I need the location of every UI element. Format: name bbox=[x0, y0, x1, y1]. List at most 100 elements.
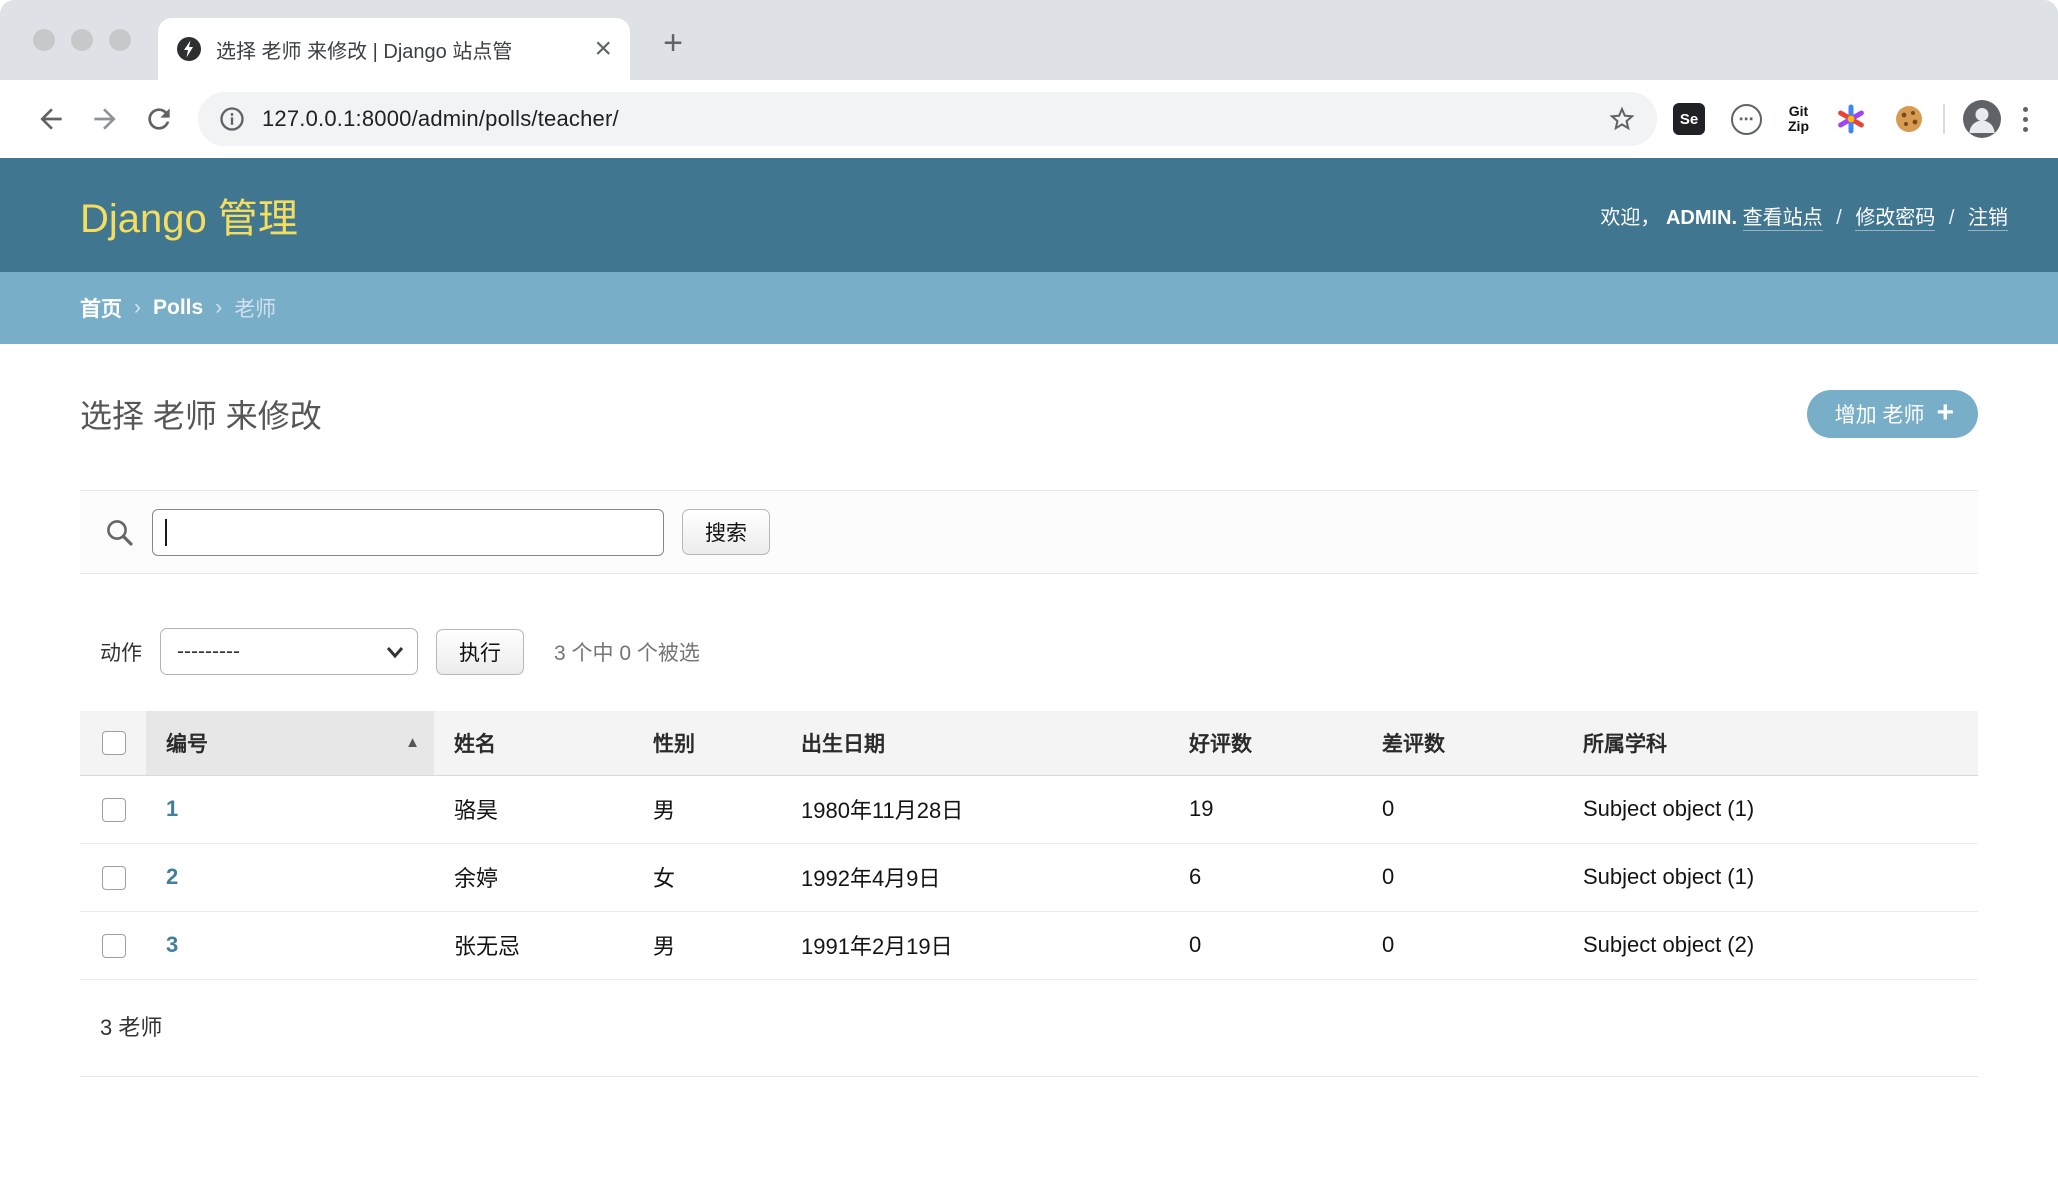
table-row: 1 骆昊 男 1980年11月28日 19 0 Subject object (… bbox=[80, 775, 1978, 843]
cell-good: 0 bbox=[1169, 911, 1362, 979]
action-select[interactable]: --------- bbox=[160, 628, 418, 675]
cell-name: 余婷 bbox=[434, 843, 633, 911]
page-info-icon[interactable] bbox=[218, 105, 246, 133]
browser-tab[interactable]: 选择 老师 来修改 | Django 站点管 × bbox=[158, 18, 630, 80]
cell-subject: Subject object (1) bbox=[1563, 843, 1978, 911]
forward-icon[interactable] bbox=[78, 92, 132, 146]
selection-note: 3 个中 0 个被选 bbox=[554, 637, 700, 667]
window-controls bbox=[33, 29, 131, 51]
search-button[interactable]: 搜索 bbox=[682, 509, 770, 555]
select-all-checkbox[interactable] bbox=[102, 731, 126, 755]
table-row: 3 张无忌 男 1991年2月19日 0 0 Subject object (2… bbox=[80, 911, 1978, 979]
bookmark-star-icon[interactable] bbox=[1607, 104, 1637, 134]
row-checkbox[interactable] bbox=[102, 934, 126, 958]
username-text: ADMIN. bbox=[1666, 207, 1737, 229]
dots-extension-icon[interactable]: ⋯ bbox=[1731, 104, 1762, 135]
link-separator: / bbox=[1949, 207, 1955, 229]
cell-good: 6 bbox=[1169, 843, 1362, 911]
cell-bad: 0 bbox=[1362, 775, 1563, 843]
main-content: 选择 老师 来修改 增加 老师 + 搜索 动作 --------- bbox=[0, 390, 2058, 1077]
breadcrumb-polls-link[interactable]: Polls bbox=[153, 296, 203, 320]
breadcrumb-home-link[interactable]: 首页 bbox=[80, 293, 122, 323]
url-text[interactable]: 127.0.0.1:8000/admin/polls/teacher/ bbox=[262, 106, 1607, 132]
cell-bad: 0 bbox=[1362, 911, 1563, 979]
header-birthday[interactable]: 出生日期 bbox=[781, 711, 1169, 775]
cell-birthday: 1992年4月9日 bbox=[781, 843, 1169, 911]
gitzip-line2: Zip bbox=[1788, 118, 1809, 134]
view-site-link[interactable]: 查看站点 bbox=[1743, 207, 1823, 231]
user-tools: 欢迎， ADMIN. 查看站点 / 修改密码 / 注销 bbox=[1600, 201, 2008, 230]
cell-gender: 男 bbox=[633, 775, 781, 843]
result-count: 3 老师 bbox=[80, 980, 1978, 1077]
text-cursor bbox=[165, 519, 167, 546]
pinwheel-extension-icon[interactable] bbox=[1835, 103, 1867, 135]
row-checkbox[interactable] bbox=[102, 798, 126, 822]
cell-subject: Subject object (2) bbox=[1563, 911, 1978, 979]
add-teacher-button[interactable]: 增加 老师 + bbox=[1807, 390, 1978, 438]
search-icon bbox=[104, 517, 134, 547]
header-subject[interactable]: 所属学科 bbox=[1563, 711, 1978, 775]
address-bar[interactable]: 127.0.0.1:8000/admin/polls/teacher/ bbox=[198, 92, 1657, 146]
teacher-table: 编号 ▲ 姓名 性别 出生日期 好评数 差评数 所属学科 1 骆昊 bbox=[80, 711, 1978, 980]
cell-bad: 0 bbox=[1362, 843, 1563, 911]
row-checkbox[interactable] bbox=[102, 866, 126, 890]
row-id-link[interactable]: 1 bbox=[166, 796, 178, 821]
back-icon[interactable] bbox=[24, 92, 78, 146]
reload-icon[interactable] bbox=[132, 92, 186, 146]
browser-toolbar: 127.0.0.1:8000/admin/polls/teacher/ Se ⋯… bbox=[0, 80, 2058, 158]
cell-gender: 男 bbox=[633, 911, 781, 979]
welcome-text: 欢迎， bbox=[1600, 207, 1660, 229]
change-password-link[interactable]: 修改密码 bbox=[1855, 207, 1935, 231]
action-select-value: --------- bbox=[177, 640, 240, 664]
search-input[interactable] bbox=[152, 509, 664, 556]
tab-favicon-icon bbox=[176, 36, 202, 62]
header-gender[interactable]: 性别 bbox=[633, 711, 781, 775]
sort-ascending-icon[interactable]: ▲ bbox=[405, 734, 420, 751]
window-close-button[interactable] bbox=[33, 29, 55, 51]
go-button[interactable]: 执行 bbox=[436, 629, 524, 675]
selenium-extension-icon[interactable]: Se bbox=[1673, 103, 1705, 135]
header-bad[interactable]: 差评数 bbox=[1362, 711, 1563, 775]
table-row: 2 余婷 女 1992年4月9日 6 0 Subject object (1) bbox=[80, 843, 1978, 911]
table-header-row: 编号 ▲ 姓名 性别 出生日期 好评数 差评数 所属学科 bbox=[80, 711, 1978, 775]
cell-name: 张无忌 bbox=[434, 911, 633, 979]
tab-title: 选择 老师 来修改 | Django 站点管 bbox=[216, 35, 578, 64]
chevron-down-icon bbox=[386, 645, 404, 659]
toolbar-divider bbox=[1943, 104, 1945, 134]
breadcrumb-separator: › bbox=[215, 296, 222, 320]
cell-good: 19 bbox=[1169, 775, 1362, 843]
cell-birthday: 1991年2月19日 bbox=[781, 911, 1169, 979]
header-name[interactable]: 姓名 bbox=[434, 711, 633, 775]
row-id-link[interactable]: 2 bbox=[166, 864, 178, 889]
breadcrumb-current: 老师 bbox=[234, 293, 276, 323]
cell-name: 骆昊 bbox=[434, 775, 633, 843]
profile-avatar[interactable] bbox=[1963, 100, 2001, 138]
page-title: 选择 老师 来修改 bbox=[80, 391, 322, 437]
logout-link[interactable]: 注销 bbox=[1968, 207, 2008, 231]
window-zoom-button[interactable] bbox=[109, 29, 131, 51]
browser-window: 选择 老师 来修改 | Django 站点管 × + 127.0.0.1:800… bbox=[0, 0, 2058, 1186]
cookie-extension-icon[interactable] bbox=[1893, 103, 1925, 135]
gitzip-line1: Git bbox=[1789, 103, 1808, 119]
search-bar: 搜索 bbox=[80, 490, 1978, 574]
tab-strip: 选择 老师 来修改 | Django 站点管 × + bbox=[0, 0, 2058, 80]
cell-subject: Subject object (1) bbox=[1563, 775, 1978, 843]
new-tab-button[interactable]: + bbox=[655, 26, 691, 62]
row-id-link[interactable]: 3 bbox=[166, 932, 178, 957]
actions-label: 动作 bbox=[100, 637, 142, 667]
browser-menu-icon[interactable] bbox=[2017, 101, 2034, 138]
breadcrumb: 首页 › Polls › 老师 bbox=[0, 272, 2058, 344]
site-title-link[interactable]: Django 管理 bbox=[80, 186, 298, 244]
cell-gender: 女 bbox=[633, 843, 781, 911]
extensions-area: Se ⋯ Git Zip bbox=[1673, 103, 1925, 135]
tab-close-icon[interactable]: × bbox=[594, 34, 612, 64]
window-minimize-button[interactable] bbox=[71, 29, 93, 51]
cell-birthday: 1980年11月28日 bbox=[781, 775, 1169, 843]
link-separator: / bbox=[1836, 207, 1842, 229]
header-good[interactable]: 好评数 bbox=[1169, 711, 1362, 775]
admin-header: Django 管理 欢迎， ADMIN. 查看站点 / 修改密码 / 注销 bbox=[0, 158, 2058, 272]
actions-bar: 动作 --------- 执行 3 个中 0 个被选 bbox=[80, 628, 1978, 675]
gitzip-extension-icon[interactable]: Git Zip bbox=[1788, 104, 1809, 134]
header-id[interactable]: 编号 ▲ bbox=[146, 711, 434, 775]
breadcrumb-separator: › bbox=[134, 296, 141, 320]
